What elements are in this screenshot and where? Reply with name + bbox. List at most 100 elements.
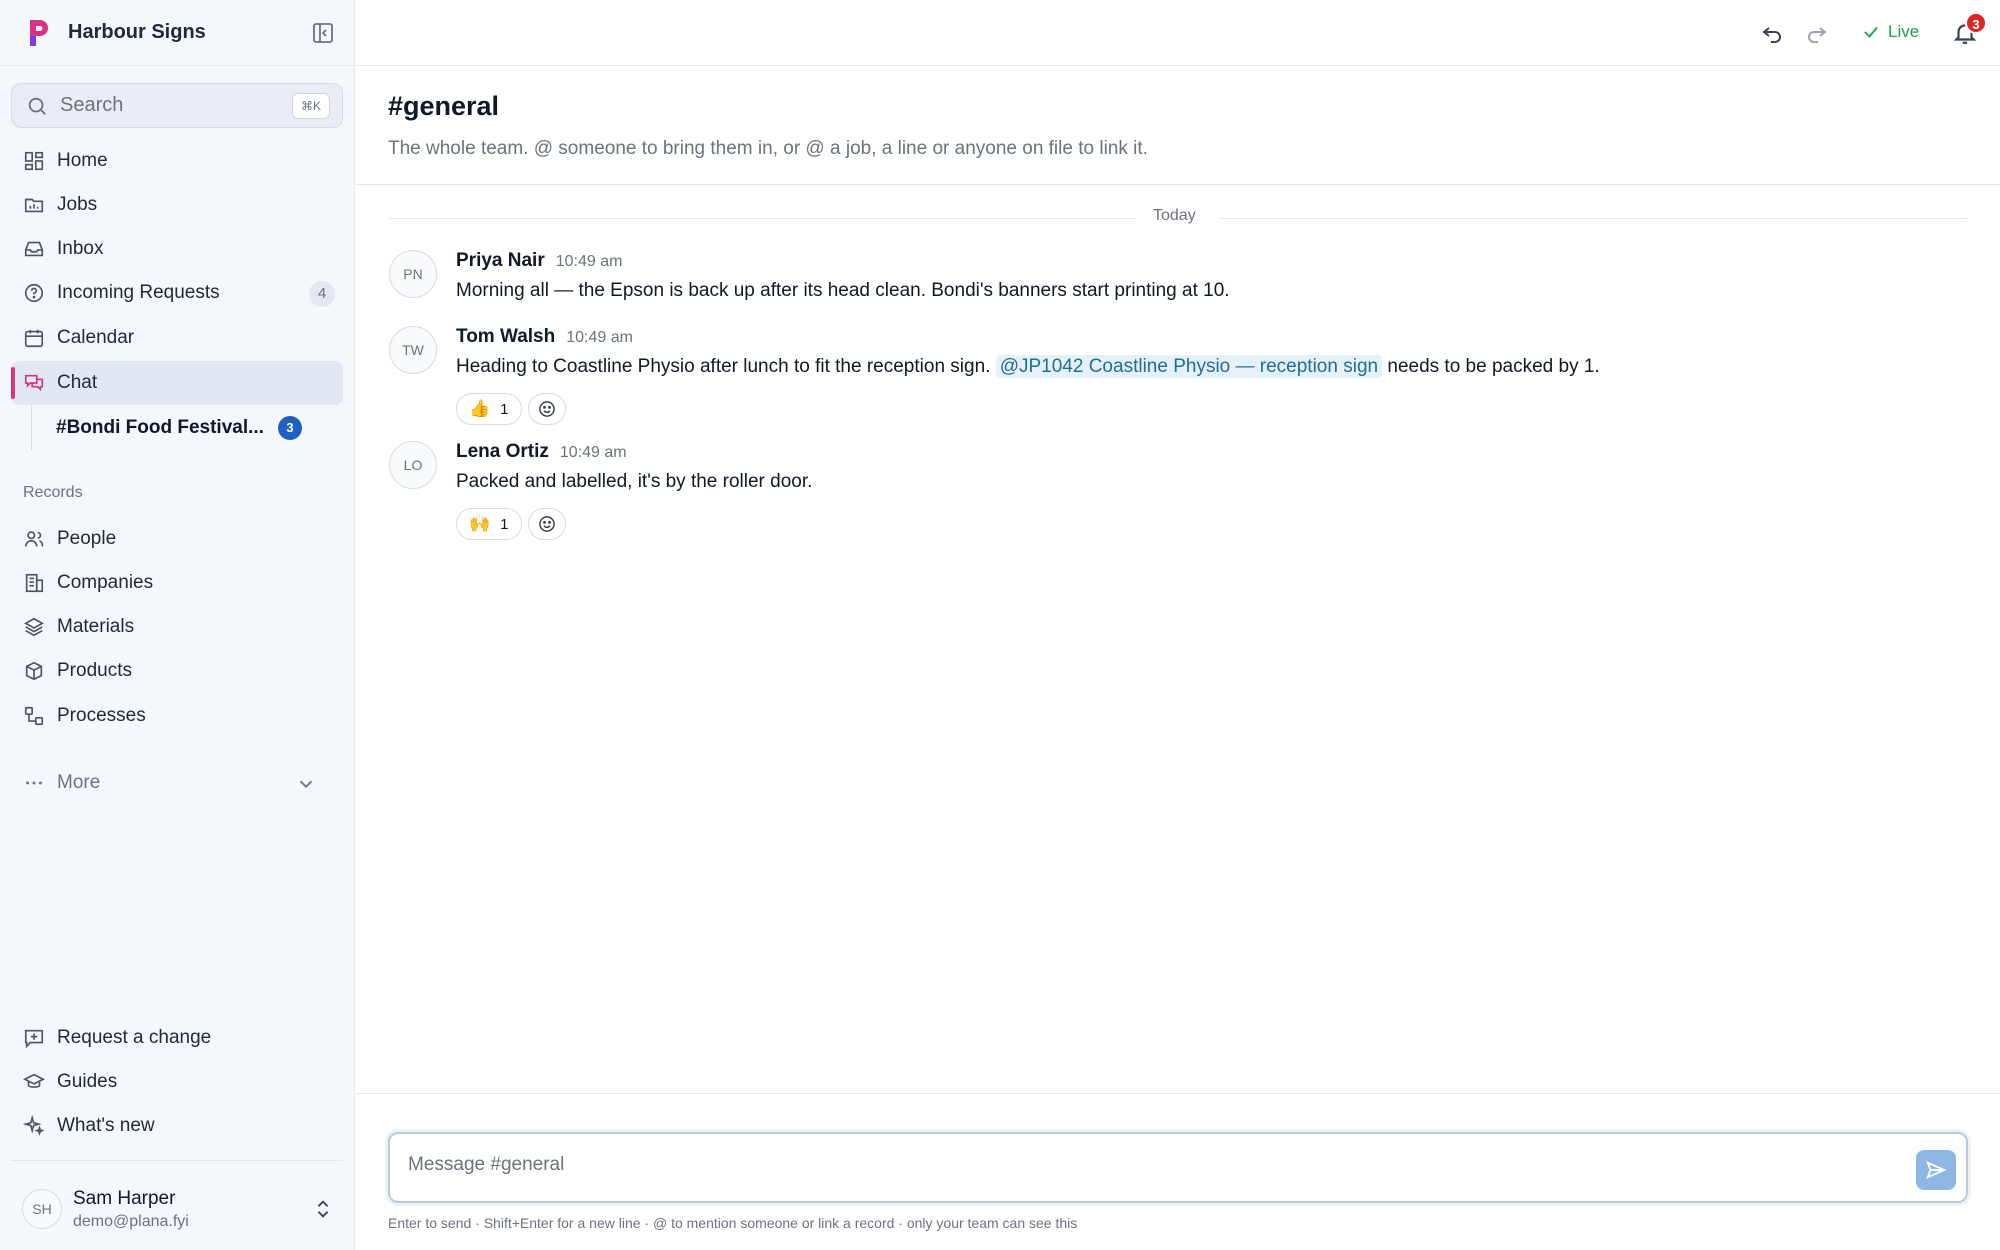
divider-line (1219, 218, 1967, 219)
undo-icon[interactable] (1760, 21, 1784, 45)
message-plus-icon (24, 1029, 44, 1049)
search-input[interactable] (60, 94, 280, 117)
reaction-count: 1 (500, 400, 509, 418)
reactions: 🙌 1 (456, 508, 566, 540)
sidebar: Harbour Signs ⌘K Home Jobs Inbox Incomin… (0, 0, 355, 1250)
channel-header: #general The whole team. @ someone to br… (356, 66, 2000, 185)
send-icon (1926, 1160, 1947, 1180)
nav-item-calendar[interactable]: Calendar (11, 316, 343, 360)
nav-item-inbox[interactable]: Inbox (11, 227, 343, 271)
nav-item-incoming-requests[interactable]: Incoming Requests 4 (11, 271, 343, 315)
divider (11, 1160, 343, 1161)
user-menu[interactable]: SH Sam Harper demo@plana.fyi (22, 1184, 342, 1234)
brand-logo-icon[interactable] (26, 18, 52, 48)
nav-item-guides[interactable]: Guides (11, 1060, 343, 1104)
avatar[interactable]: TW (389, 326, 437, 374)
record-mention-link[interactable]: @JP1042 Coastline Physio — reception sig… (995, 355, 1383, 378)
nav-label: Home (57, 150, 108, 171)
redo-icon[interactable] (1805, 21, 1829, 45)
nav-label: Inbox (57, 238, 104, 259)
smiley-plus-icon (538, 516, 555, 532)
records-heading: Records (23, 484, 83, 501)
channel-description: The whole team. @ someone to bring them … (388, 138, 1148, 159)
divider-line (389, 218, 1137, 219)
nav-label: Guides (57, 1071, 118, 1092)
message-time: 10:49 am (555, 253, 623, 270)
requests-count-badge: 4 (309, 281, 335, 307)
reaction-raised-hands[interactable]: 🙌 1 (456, 508, 522, 540)
message-time: 10:49 am (566, 329, 633, 346)
sidebar-collapse-icon[interactable] (311, 21, 335, 45)
package-icon (25, 661, 43, 681)
dashboard-icon (24, 151, 44, 171)
nav-label: Materials (57, 616, 135, 637)
top-bar: Live 3 (356, 0, 2000, 66)
nav-item-request-change[interactable]: Request a change (11, 1016, 343, 1060)
nav-label: Request a change (57, 1027, 212, 1048)
chat-icon (24, 374, 44, 392)
search-box[interactable]: ⌘K (11, 83, 343, 128)
nav-label: What's new (57, 1115, 155, 1136)
nav-item-materials[interactable]: Materials (11, 605, 343, 649)
nav-label: Processes (57, 705, 146, 726)
avatar: SH (22, 1189, 62, 1229)
workflow-icon (24, 706, 44, 726)
nav-item-whats-new[interactable]: What's new (11, 1104, 343, 1148)
avatar[interactable]: LO (389, 441, 437, 489)
nav-label: Calendar (57, 327, 135, 348)
nav-label: More (57, 772, 101, 793)
user-email: demo@plana.fyi (73, 1212, 189, 1230)
avatar[interactable]: PN (389, 250, 437, 298)
message-text: Heading to Coastline Physio after lunch … (456, 355, 1600, 378)
chevron-down-icon (299, 780, 313, 789)
message-time: 10:49 am (559, 444, 627, 461)
nav-item-more[interactable]: More (11, 761, 343, 805)
live-status[interactable]: Live (1862, 22, 1919, 42)
nav-item-chat[interactable]: Chat (11, 361, 343, 405)
nav-label: Products (57, 660, 132, 681)
message-author[interactable]: Lena Ortiz (456, 441, 549, 463)
user-name: Sam Harper (73, 1187, 176, 1209)
reactions: 👍 1 (456, 393, 566, 425)
chevron-up-down-icon[interactable] (312, 1198, 334, 1220)
add-reaction-button[interactable] (527, 508, 566, 540)
notification-badge: 3 (1965, 12, 1987, 34)
building-icon (25, 573, 44, 593)
search-shortcut: ⌘K (291, 93, 330, 119)
message-author[interactable]: Tom Walsh (456, 326, 555, 348)
add-reaction-button[interactable] (527, 393, 566, 425)
message-input[interactable] (408, 1154, 1858, 1176)
nav-label: Companies (57, 572, 154, 593)
composer-area: Enter to send · Shift+Enter for a new li… (356, 1093, 2000, 1250)
unread-badge: 3 (277, 416, 302, 440)
message-author[interactable]: Priya Nair (456, 250, 545, 272)
active-indicator (11, 367, 15, 399)
nav-item-people[interactable]: People (11, 517, 343, 561)
message-text: Morning all — the Epson is back up after… (456, 280, 1230, 301)
nav-item-jobs[interactable]: Jobs (11, 183, 343, 227)
folder-chart-icon (24, 198, 44, 213)
nav-label: Jobs (57, 194, 98, 215)
message-text-part: needs to be packed by 1. (1387, 356, 1600, 377)
channel-label: #Bondi Food Festival... (56, 417, 264, 438)
brand-name: Harbour Signs (68, 21, 206, 43)
brand-header: Harbour Signs (0, 0, 355, 66)
message-composer[interactable] (388, 1132, 1968, 1203)
send-button[interactable] (1916, 1150, 1956, 1190)
nav-item-processes[interactable]: Processes (11, 694, 343, 738)
users-icon (24, 531, 44, 547)
calendar-icon (24, 329, 44, 348)
thumbs-up-icon: 👍 (469, 399, 491, 418)
nav-label: People (57, 528, 117, 549)
nav-label: Chat (57, 372, 98, 393)
more-dots-icon (26, 781, 42, 785)
message-text: Packed and labelled, it's by the roller … (456, 471, 813, 492)
reaction-count: 1 (500, 515, 509, 533)
tree-line (31, 405, 32, 450)
nav-item-companies[interactable]: Companies (11, 561, 343, 605)
reaction-thumbs-up[interactable]: 👍 1 (456, 393, 522, 425)
nav-item-bondi-food-festival[interactable]: #Bondi Food Festival... 3 (56, 406, 336, 450)
nav-item-products[interactable]: Products (11, 649, 343, 693)
nav-item-home[interactable]: Home (11, 139, 343, 183)
search-icon (28, 97, 46, 115)
